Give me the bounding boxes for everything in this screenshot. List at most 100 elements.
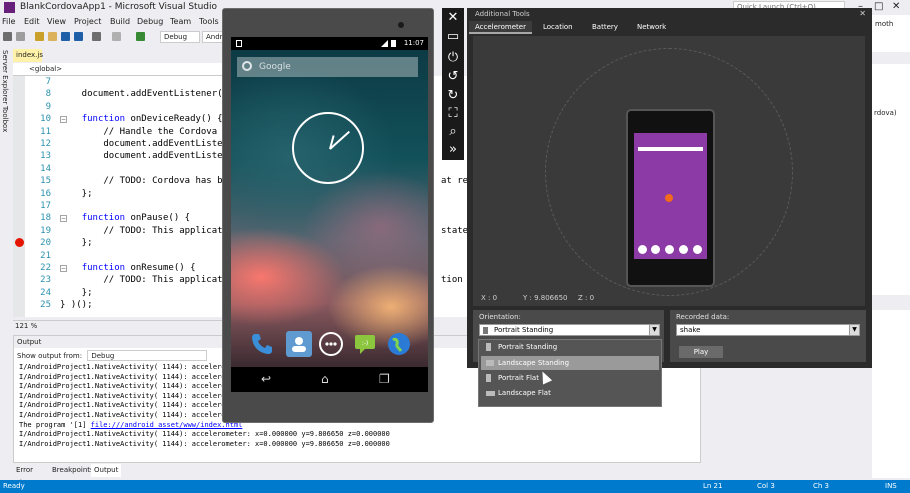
android-clock-text: 11:07 bbox=[403, 39, 424, 47]
option-portrait-standing[interactable]: Portrait Standing bbox=[481, 340, 659, 354]
maximize-window-button[interactable]: □ bbox=[874, 2, 883, 12]
option-landscape-standing[interactable]: Landscape Standing bbox=[481, 356, 659, 370]
minimize-icon[interactable]: ▭ bbox=[445, 29, 461, 45]
open-file-icon[interactable] bbox=[48, 32, 57, 41]
menu-file[interactable]: File bbox=[2, 17, 15, 26]
signal-icon bbox=[381, 40, 388, 47]
chevron-down-icon[interactable]: ▼ bbox=[649, 325, 659, 335]
close-icon[interactable]: ✕ bbox=[859, 8, 866, 20]
line-number: 20 bbox=[40, 238, 51, 249]
emulator-screen[interactable]: 11:07 Google :-) ↩ ⌂ ❐ bbox=[231, 37, 428, 392]
forward-icon[interactable] bbox=[16, 32, 25, 41]
solution-configuration-dropdown[interactable]: Debug bbox=[160, 31, 200, 43]
output-source-dropdown[interactable]: Debug bbox=[87, 350, 208, 361]
portrait-flat-icon bbox=[486, 374, 491, 382]
zoom-icon[interactable]: ⌕ bbox=[445, 124, 461, 140]
option-landscape-flat[interactable]: Landscape Flat bbox=[481, 386, 659, 400]
server-explorer-tab[interactable]: Server Explorer bbox=[1, 50, 9, 104]
phone-icon[interactable] bbox=[249, 331, 275, 357]
power-icon[interactable]: ⏻ bbox=[445, 50, 461, 66]
status-bar: Ready Ln 21 Col 3 Ch 3 INS bbox=[0, 480, 910, 493]
breakpoints-tab[interactable]: Breakpoints bbox=[49, 464, 97, 477]
zoom-level-dropdown[interactable]: 121 % bbox=[13, 320, 223, 331]
recorded-data-dropdown[interactable]: shake ▼ bbox=[676, 324, 860, 336]
line-number: 19 bbox=[40, 225, 51, 236]
output-line: I/AndroidProject1.NativeActivity( 1144):… bbox=[19, 430, 390, 439]
close-icon[interactable]: ✕ bbox=[445, 10, 461, 26]
document-tab-index-js[interactable]: index.js bbox=[13, 49, 43, 62]
device-model-icons bbox=[637, 245, 704, 255]
chevron-down-icon[interactable]: ▼ bbox=[849, 325, 859, 335]
rotate-left-icon[interactable]: ↺ bbox=[445, 69, 461, 85]
contacts-icon[interactable] bbox=[286, 331, 312, 357]
indicator-margin[interactable] bbox=[13, 76, 25, 317]
collapse-toggle-icon[interactable]: − bbox=[60, 265, 67, 272]
line-number: 8 bbox=[45, 89, 51, 100]
breakpoint-icon[interactable] bbox=[15, 238, 24, 247]
app-drawer-icon[interactable] bbox=[318, 331, 344, 357]
save-all-icon[interactable] bbox=[74, 32, 83, 41]
start-debug-icon[interactable] bbox=[136, 32, 145, 41]
menu-debug[interactable]: Debug bbox=[137, 17, 163, 26]
more-tools-icon[interactable]: » bbox=[445, 142, 461, 158]
menu-project[interactable]: Project bbox=[74, 17, 101, 26]
code-text: } )(); bbox=[60, 300, 93, 311]
close-window-button[interactable]: ✕ bbox=[892, 2, 900, 12]
save-icon[interactable] bbox=[61, 32, 70, 41]
recents-nav-icon[interactable]: ❐ bbox=[379, 372, 390, 386]
option-label: Landscape Standing bbox=[498, 359, 570, 367]
menu-build[interactable]: Build bbox=[110, 17, 130, 26]
output-tab[interactable]: Output bbox=[91, 464, 122, 477]
solution-platform-dropdown[interactable]: Andr bbox=[202, 31, 224, 43]
code-text: }; bbox=[60, 238, 93, 249]
tab-battery[interactable]: Battery bbox=[586, 21, 624, 34]
new-project-icon[interactable] bbox=[35, 32, 44, 41]
code-text: // TODO: Cordova has b bbox=[60, 176, 223, 187]
account-name-fragment: moth bbox=[875, 20, 894, 28]
device-model[interactable] bbox=[626, 109, 715, 287]
play-button[interactable]: Play bbox=[679, 346, 723, 358]
output-source-row: Show output from: Debug bbox=[17, 350, 208, 362]
home-nav-icon[interactable]: ⌂ bbox=[321, 372, 329, 386]
line-number: 13 bbox=[40, 151, 51, 162]
line-number: 12 bbox=[40, 139, 51, 149]
back-nav-icon[interactable]: ↩ bbox=[261, 372, 271, 386]
tab-network[interactable]: Network bbox=[631, 21, 672, 34]
menu-view[interactable]: View bbox=[47, 17, 66, 26]
tab-location[interactable]: Location bbox=[537, 21, 579, 34]
menu-tools[interactable]: Tools bbox=[199, 17, 219, 26]
error-list-tab[interactable]: Error List bbox=[13, 464, 36, 487]
menu-edit[interactable]: Edit bbox=[24, 17, 40, 26]
analog-clock-widget[interactable] bbox=[292, 112, 364, 184]
browser-globe-icon[interactable] bbox=[386, 331, 412, 357]
rotate-right-icon[interactable]: ↻ bbox=[445, 88, 461, 104]
toolbox-tab[interactable]: Toolbox bbox=[1, 106, 9, 132]
program-line-link[interactable]: file:///android_asset/www/index.html bbox=[91, 421, 243, 429]
z-readout: Z : 0 bbox=[578, 294, 595, 302]
orientation-value: Portrait Standing bbox=[494, 326, 554, 334]
google-search-bar[interactable]: Google bbox=[237, 57, 418, 77]
option-portrait-flat[interactable]: Portrait Flat bbox=[481, 371, 659, 385]
recorded-data-value: shake bbox=[680, 326, 701, 334]
status-char: Ch 3 bbox=[813, 482, 830, 490]
recorded-data-group: Recorded data: shake ▼ Play bbox=[670, 310, 866, 362]
orientation-dropdown[interactable]: Portrait Standing ▼ bbox=[479, 324, 660, 336]
menu-team[interactable]: Team bbox=[170, 17, 191, 26]
back-icon[interactable] bbox=[3, 32, 12, 41]
android-emulator: 11:07 Google :-) ↩ ⌂ ❐ bbox=[222, 8, 434, 423]
redo-icon[interactable] bbox=[112, 32, 121, 41]
tab-accelerometer[interactable]: Accelerometer bbox=[469, 21, 532, 34]
home-dock: :-) bbox=[231, 327, 428, 367]
messaging-icon[interactable]: :-) bbox=[352, 331, 378, 357]
accelerometer-canvas[interactable]: X : 0 Y : 9.806650 Z : 0 bbox=[473, 36, 865, 306]
fit-screen-icon[interactable]: ⛶ bbox=[445, 106, 461, 122]
collapse-toggle-icon[interactable]: − bbox=[60, 215, 67, 223]
status-line: Ln 21 bbox=[703, 482, 723, 490]
option-label: Portrait Flat bbox=[498, 374, 539, 382]
undo-icon[interactable] bbox=[92, 32, 101, 41]
navigation-scope-dropdown[interactable]: <global> bbox=[13, 63, 223, 76]
collapse-toggle-icon[interactable]: − bbox=[60, 116, 67, 124]
tree-item-fragment[interactable]: rdova) bbox=[874, 109, 897, 117]
recorded-data-label: Recorded data: bbox=[676, 313, 730, 321]
battery-icon bbox=[391, 40, 396, 47]
